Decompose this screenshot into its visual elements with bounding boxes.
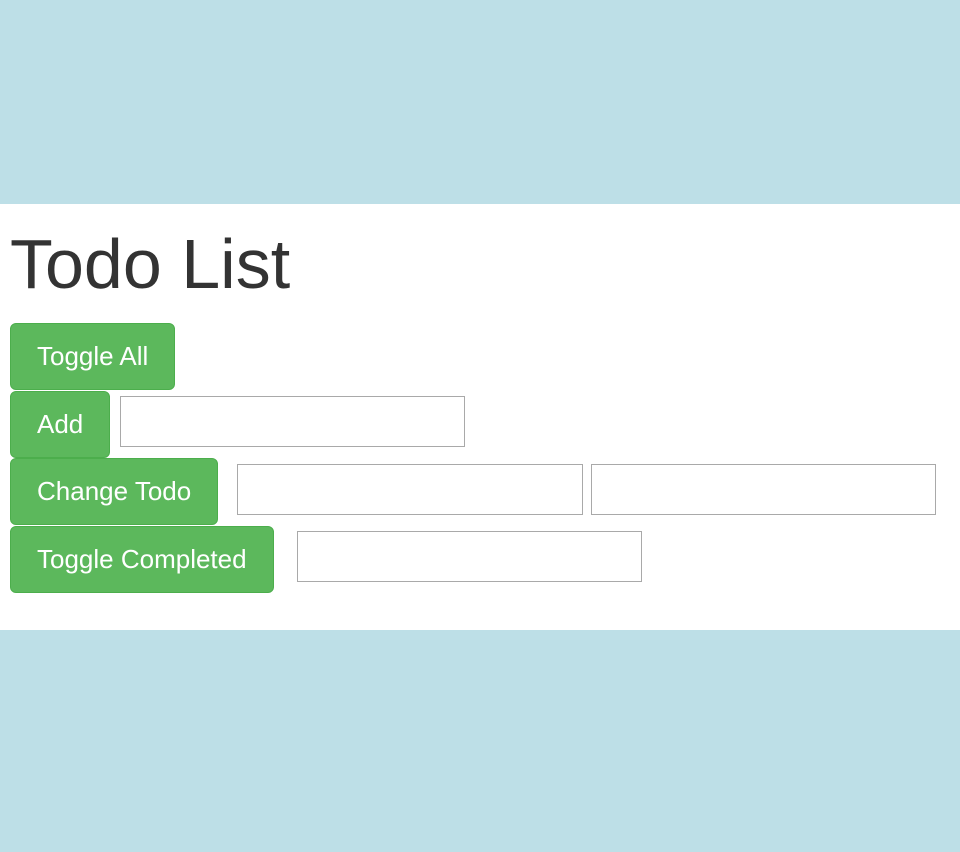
toggle-completed-position-input[interactable] [297,531,642,582]
toggle-completed-button[interactable]: Toggle Completed [10,526,274,593]
change-todo-button[interactable]: Change Todo [10,458,219,525]
toggle-all-button[interactable]: Toggle All [10,323,176,390]
page-title: Todo List [10,225,291,303]
change-todo-position-input[interactable] [237,464,583,515]
change-todo-text-input[interactable] [591,464,936,515]
add-button[interactable]: Add [10,391,111,458]
add-todo-input[interactable] [120,396,465,447]
